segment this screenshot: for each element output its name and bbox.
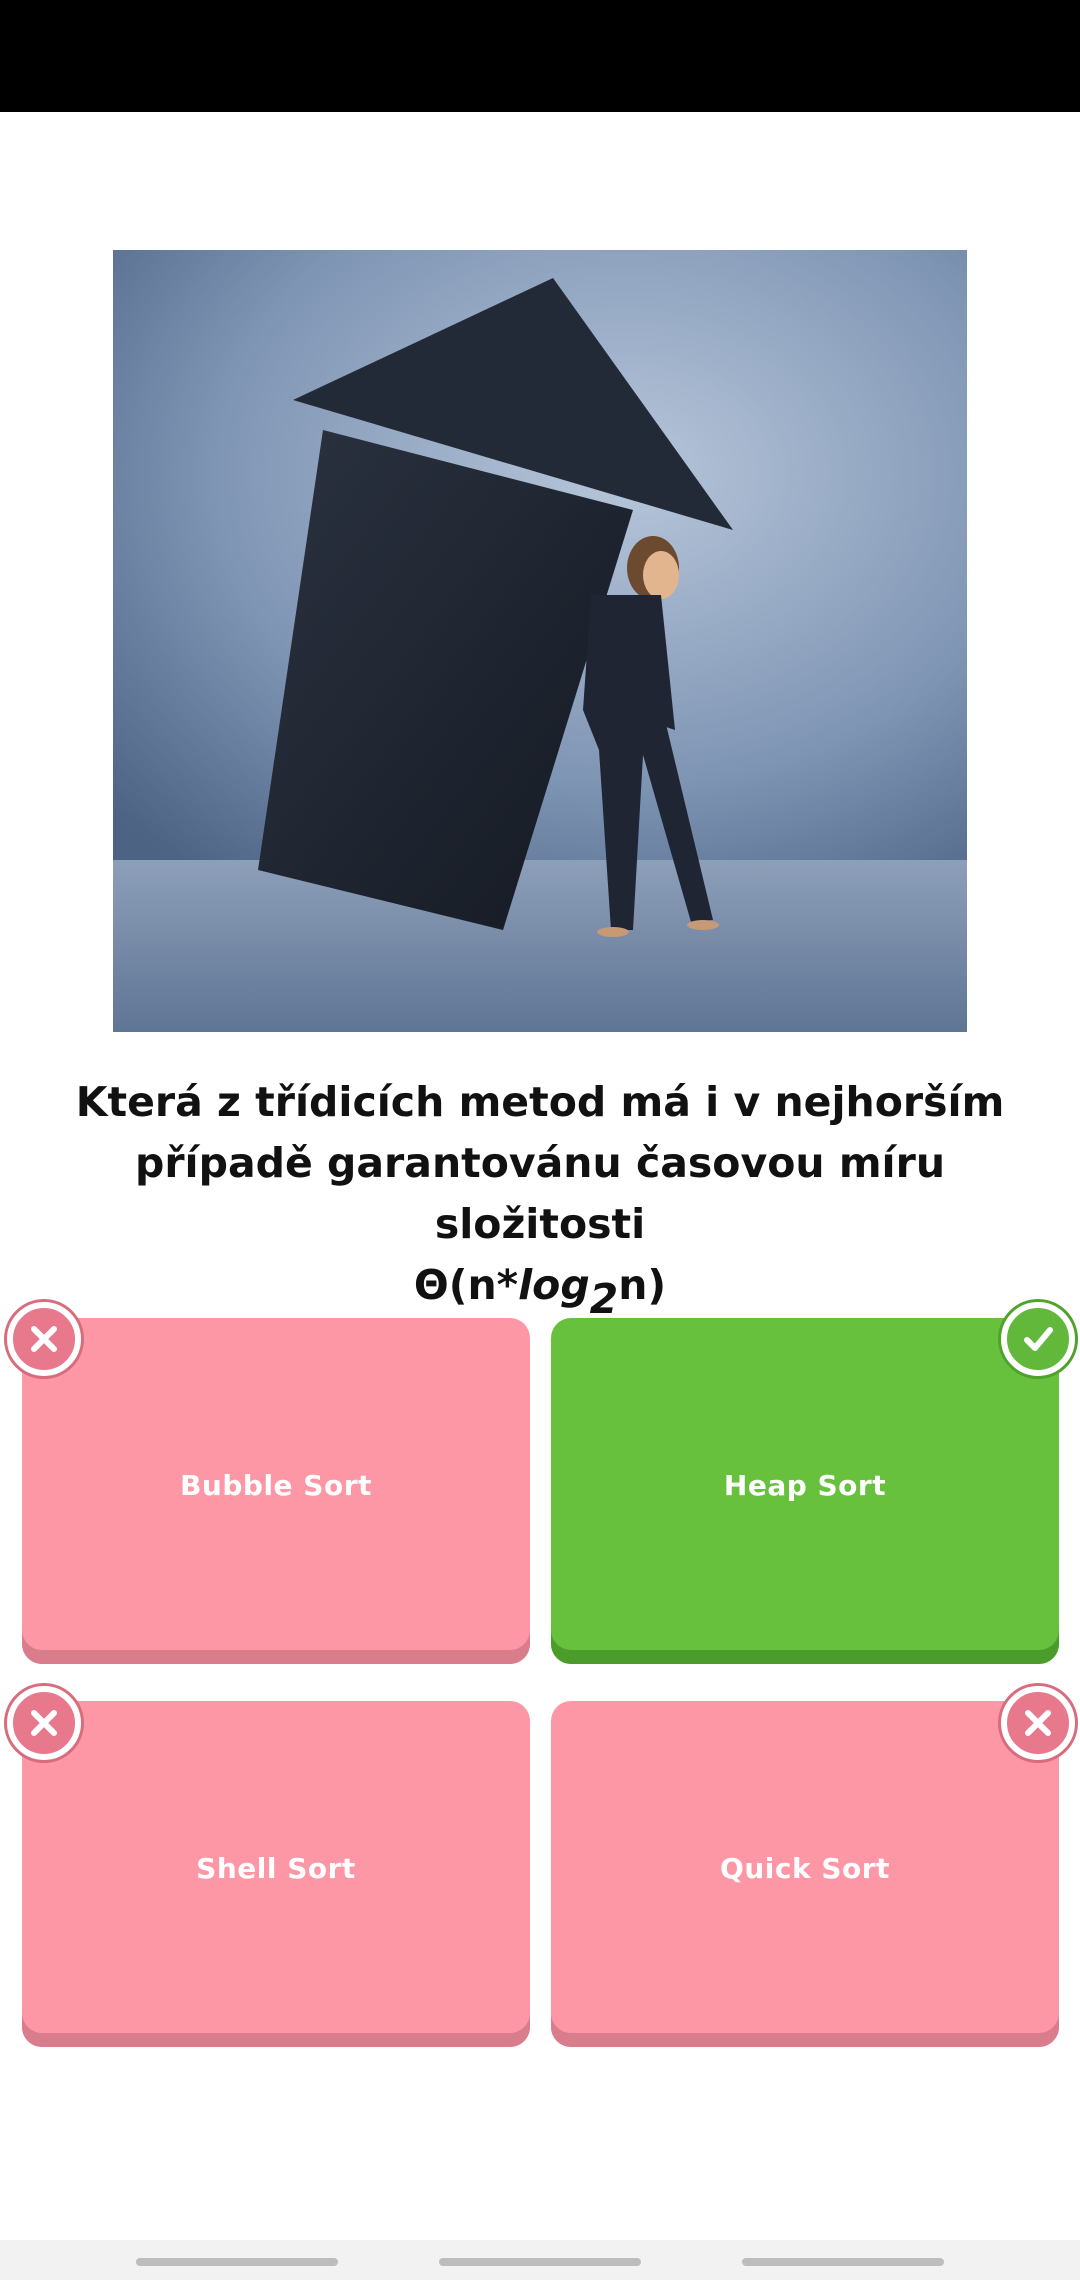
answer-option-quick-sort[interactable]: Quick Sort xyxy=(551,1701,1059,2047)
formula-subscript: 2 xyxy=(589,1275,619,1323)
question-image xyxy=(113,250,967,1032)
nav-handle-left[interactable] xyxy=(136,2258,338,2266)
answer-option-heap-sort[interactable]: Heap Sort xyxy=(551,1318,1059,1664)
nav-handle-center[interactable] xyxy=(439,2258,641,2266)
question-line-2: případě garantovánu časovou míru složito… xyxy=(134,1139,946,1248)
status-bar xyxy=(0,0,1080,112)
close-icon xyxy=(7,1302,81,1376)
answer-label: Heap Sort xyxy=(723,1468,887,1502)
formula-suffix: n) xyxy=(618,1261,667,1309)
answer-label: Quick Sort xyxy=(720,1851,890,1885)
answer-option-shell-sort[interactable]: Shell Sort xyxy=(22,1701,530,2047)
formula-prefix: Θ(n* xyxy=(413,1261,519,1309)
formula-log: log xyxy=(518,1261,590,1309)
navigation-bar xyxy=(0,2240,1080,2280)
question-text: Která z třídicích metod má i v nejhorším… xyxy=(40,1072,1040,1320)
answer-option-bubble-sort[interactable]: Bubble Sort xyxy=(22,1318,530,1664)
close-icon xyxy=(7,1686,81,1760)
question-line-1: Která z třídicích metod má i v nejhorším xyxy=(75,1078,1005,1126)
nav-handle-right[interactable] xyxy=(742,2258,944,2266)
question-formula: Θ(n*log2n) xyxy=(40,1255,1040,1320)
check-icon xyxy=(1001,1302,1075,1376)
answer-label: Shell Sort xyxy=(196,1851,356,1885)
answer-label: Bubble Sort xyxy=(180,1468,372,1502)
close-icon xyxy=(1001,1686,1075,1760)
